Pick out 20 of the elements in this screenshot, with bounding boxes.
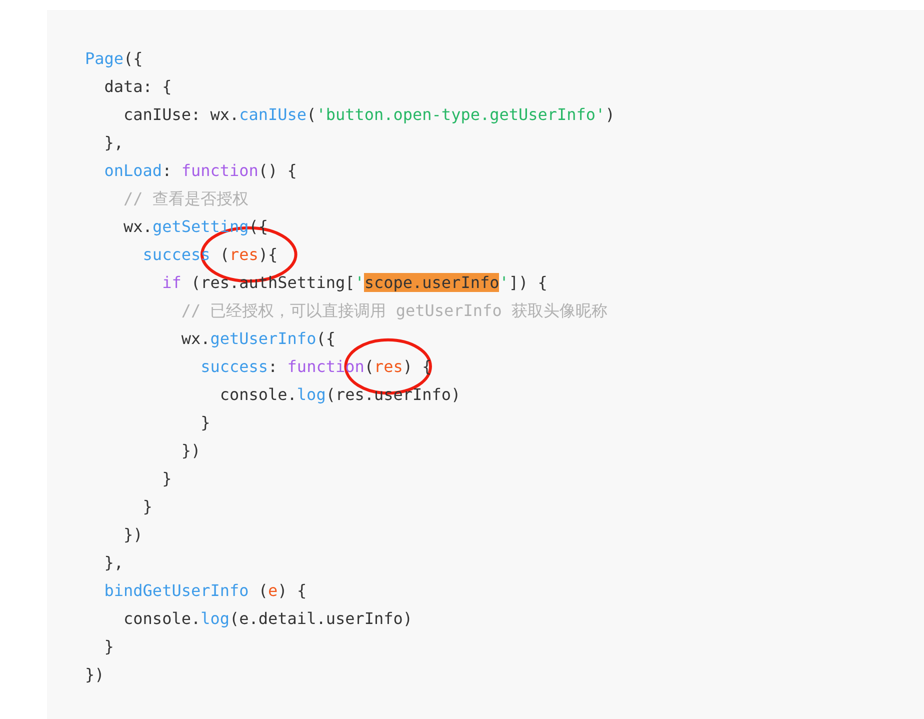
code-line: } <box>161 468 172 490</box>
code-line: } <box>200 412 210 434</box>
code-line: } <box>142 496 152 518</box>
code-line: console.log(e.detail.userInfo) <box>122 608 413 630</box>
code-line: }) <box>85 664 104 686</box>
code-line: }) <box>180 440 201 462</box>
code-line: data: { <box>103 76 172 98</box>
code-line: // 已经授权，可以直接调用 getUserInfo 获取头像昵称 <box>180 300 608 322</box>
code-line: }, <box>103 552 124 574</box>
code-line: bindGetUserInfo (e) { <box>103 580 307 602</box>
code-line: console.log(res.userInfo) <box>218 384 461 406</box>
code-line: Page({ <box>85 48 143 70</box>
code-line: canIUse: wx.canIUse('button.open-type.getUserInfo') <box>122 104 615 126</box>
code-line: }) <box>122 524 143 546</box>
code-line: } <box>103 636 114 658</box>
code-line: onLoad: function() { <box>103 160 297 182</box>
code-line: }, <box>103 132 124 154</box>
code-line: wx.getUserInfo({ <box>180 328 336 350</box>
code-line: // 查看是否授权 <box>122 188 248 210</box>
code-line: if (res.authSetting['scope.userInfo']) { <box>161 272 548 294</box>
